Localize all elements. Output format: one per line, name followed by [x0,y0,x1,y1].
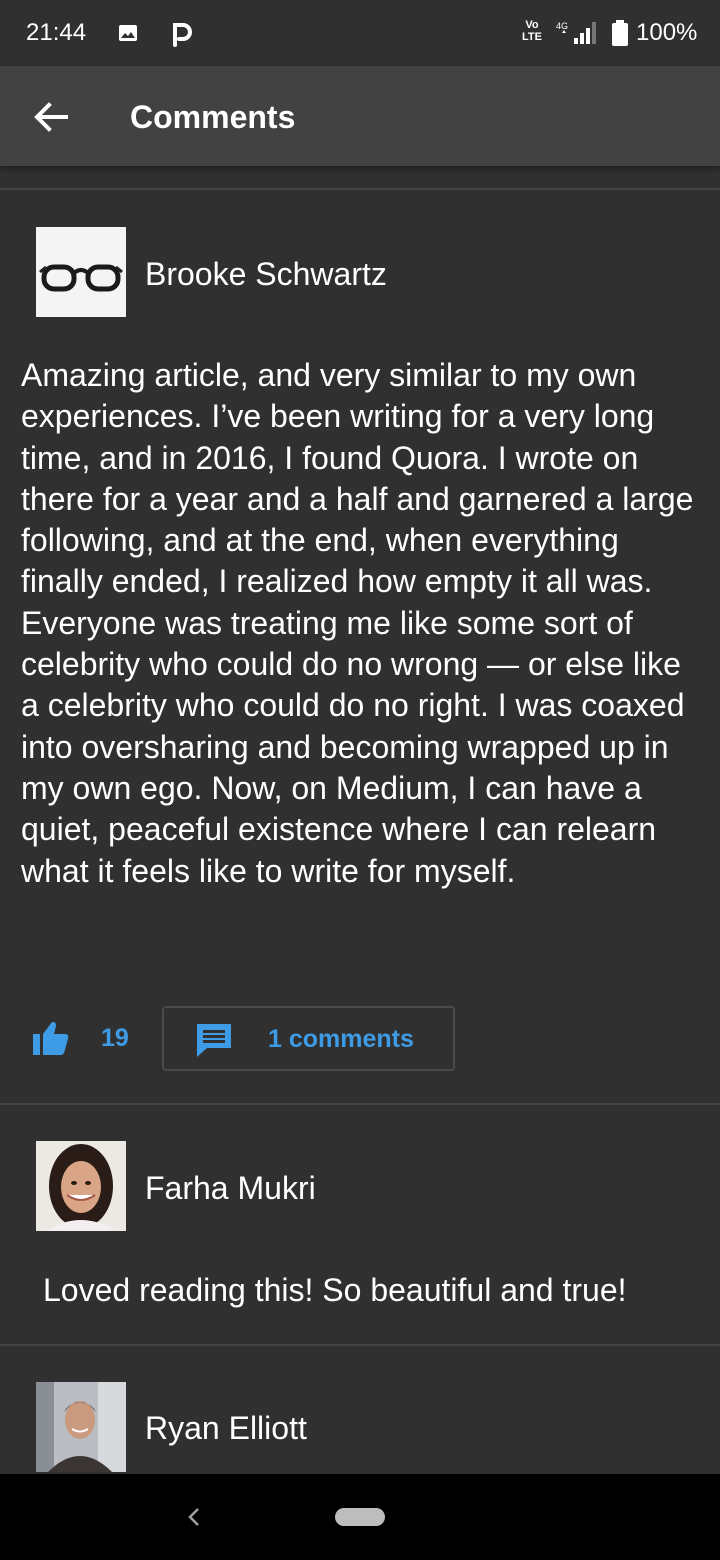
nav-home-pill[interactable] [335,1508,385,1526]
volte-top: Vo [525,19,539,31]
image-icon [119,25,137,41]
divider [0,1103,720,1105]
like-count: 19 [101,1024,129,1052]
comment-author[interactable]: Brooke Schwartz [145,256,387,293]
man-photo-avatar[interactable] [36,1382,126,1472]
comment-author[interactable]: Farha Mukri [145,1170,316,1207]
comment-text: Loved reading this! So beautiful and tru… [43,1272,627,1308]
arrow-left-icon[interactable] [28,94,74,140]
battery-percent: 100% [636,19,698,46]
battery-icon [612,20,628,46]
volte-indicator: Vo LTE [522,19,542,43]
app-bar: Comments [0,66,720,166]
view-replies-button[interactable]: 1 comments [162,1006,455,1071]
divider [0,188,720,190]
comment-icon [197,1024,231,1057]
signal-icon: 4G [556,21,596,44]
nav-back-icon[interactable] [183,1504,205,1530]
p-icon [173,23,192,47]
status-time: 21:44 [26,19,87,46]
system-nav-bar [0,1474,720,1560]
volte-bottom: LTE [522,31,542,43]
page-title: Comments [130,99,296,135]
replies-count-label: 1 comments [268,1025,414,1053]
signal-4g-label: 4G [556,21,568,31]
status-bar: 21:44 Vo LTE 4G 100% [0,0,720,66]
comment-author[interactable]: Ryan Elliott [145,1410,307,1447]
woman-photo-avatar[interactable] [36,1141,126,1231]
comment-text: Amazing article, and very similar to my … [21,357,694,889]
divider [0,1344,720,1346]
glasses-avatar[interactable] [36,227,126,317]
thumbs-up-icon[interactable] [32,1020,70,1056]
